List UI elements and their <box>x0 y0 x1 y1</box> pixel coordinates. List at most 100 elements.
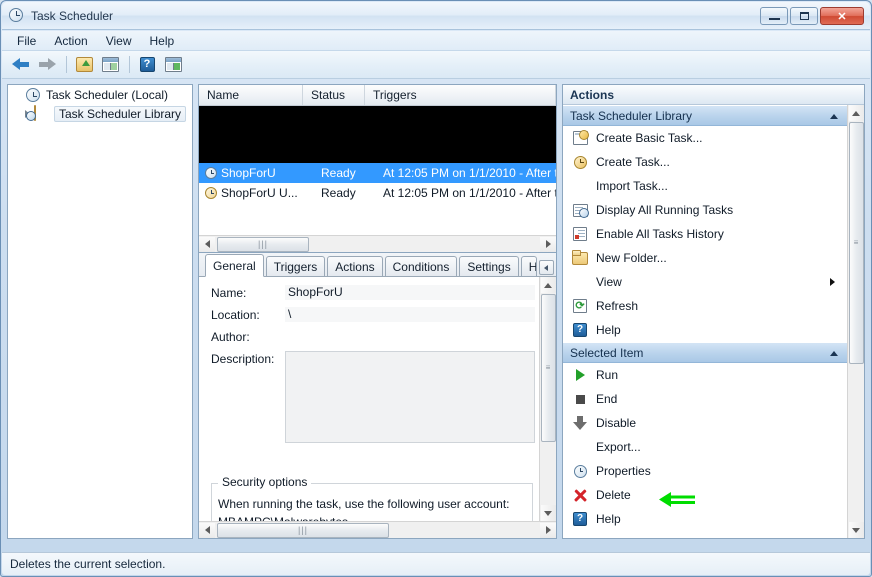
name-field[interactable]: ShopForU <box>285 285 535 300</box>
maximize-button[interactable] <box>790 7 818 25</box>
hscroll-thumb[interactable]: ||| <box>217 523 389 538</box>
tree-item-task-scheduler-library[interactable]: Task Scheduler Library <box>8 104 192 123</box>
location-field[interactable]: \ <box>285 307 535 322</box>
section-header-label: Selected Item <box>570 346 643 360</box>
chevron-up-icon[interactable] <box>830 114 838 119</box>
section-header-task-scheduler-library[interactable]: Task Scheduler Library <box>563 105 847 126</box>
field-author-row: Author: <box>211 329 539 344</box>
detail-vscrollbar[interactable]: ≡ <box>539 277 556 521</box>
help-button[interactable]: ? <box>135 54 159 76</box>
tree-item-task-scheduler-local[interactable]: Task Scheduler (Local) <box>8 85 192 104</box>
scroll-left-button[interactable] <box>199 523 215 538</box>
tab-conditions[interactable]: Conditions <box>385 256 458 276</box>
tab-settings[interactable]: Settings <box>459 256 518 276</box>
forward-button[interactable] <box>35 54 59 76</box>
vscroll-thumb[interactable]: ≡ <box>849 122 864 364</box>
action-run[interactable]: Run <box>563 363 847 387</box>
action-enable-all-tasks-history[interactable]: Enable All Tasks History <box>563 222 847 246</box>
disable-icon <box>570 416 590 430</box>
field-name-row: Name: ShopForU <box>211 285 539 300</box>
close-button[interactable]: ✕ <box>820 7 864 25</box>
action-disable[interactable]: Disable <box>563 411 847 435</box>
action-export[interactable]: Export... <box>563 435 847 459</box>
table-row[interactable]: ShopForU Ready At 12:05 PM on 1/1/2010 -… <box>199 163 556 183</box>
properties-clock-icon <box>570 465 590 478</box>
action-create-task[interactable]: Create Task... <box>563 150 847 174</box>
actions-pane: Actions Task Scheduler Library Create Ba… <box>562 84 865 539</box>
action-view[interactable]: View <box>563 270 847 294</box>
green-annotation-arrow <box>659 491 697 508</box>
scroll-right-button[interactable] <box>540 237 556 252</box>
center-pane: Name Status Triggers ShopForU Ready At 1… <box>198 84 557 539</box>
tab-scroll-left-button[interactable] <box>539 260 554 275</box>
security-account-prompt: When running the task, use the following… <box>218 497 510 511</box>
status-text: Deletes the current selection. <box>10 557 165 571</box>
vscroll-thumb[interactable]: ≡ <box>541 294 556 442</box>
action-create-basic-task[interactable]: Create Basic Task... <box>563 126 847 150</box>
scroll-left-button[interactable] <box>199 237 215 252</box>
folder-up-icon <box>76 57 93 72</box>
column-header-status[interactable]: Status <box>303 85 365 105</box>
grip-icon: ≡ <box>854 239 859 248</box>
scroll-down-button[interactable] <box>541 505 556 521</box>
toolbar-separator <box>66 56 67 73</box>
scroll-up-button[interactable] <box>541 277 556 293</box>
menu-view[interactable]: View <box>97 32 141 50</box>
detail-hscrollbar[interactable]: ||| <box>199 521 556 538</box>
scroll-up-button[interactable] <box>849 105 864 121</box>
task-name: ShopForU U... <box>221 186 321 200</box>
description-field[interactable] <box>285 351 535 443</box>
action-new-folder[interactable]: New Folder... <box>563 246 847 270</box>
actions-pane-body: Task Scheduler Library Create Basic Task… <box>563 105 864 538</box>
tab-general[interactable]: General <box>205 254 264 277</box>
section-header-label: Task Scheduler Library <box>570 109 692 123</box>
action-import-task[interactable]: Import Task... <box>563 174 847 198</box>
field-label: Description: <box>211 351 285 366</box>
help-icon: ? <box>570 323 590 337</box>
author-field[interactable] <box>285 329 535 344</box>
scroll-down-button[interactable] <box>849 522 864 538</box>
menu-bar: File Action View Help <box>2 31 870 51</box>
clock-icon <box>203 167 219 179</box>
actions-pane-title: Actions <box>563 85 864 105</box>
tab-triggers[interactable]: Triggers <box>266 256 326 276</box>
menu-file[interactable]: File <box>8 32 45 50</box>
up-one-level-button[interactable] <box>72 54 96 76</box>
field-label: Author: <box>211 329 285 344</box>
actions-list: Task Scheduler Library Create Basic Task… <box>563 105 847 538</box>
console-tree-pane[interactable]: Task Scheduler (Local) Task Scheduler Li… <box>7 84 193 539</box>
action-end[interactable]: End <box>563 387 847 411</box>
minimize-button[interactable] <box>760 7 788 25</box>
tab-scroll-right-button[interactable] <box>556 260 557 275</box>
show-action-pane-button[interactable] <box>161 54 185 76</box>
action-refresh[interactable]: ⟳ Refresh <box>563 294 847 318</box>
actions-vscrollbar[interactable]: ≡ <box>847 105 864 538</box>
task-list-hscrollbar[interactable]: ||| <box>199 235 556 252</box>
show-hide-tree-button[interactable] <box>98 54 122 76</box>
column-header-name[interactable]: Name <box>199 85 303 105</box>
table-row[interactable]: ShopForU U... Ready At 12:05 PM on 1/1/2… <box>199 183 556 203</box>
back-button[interactable] <box>9 54 33 76</box>
tab-actions[interactable]: Actions <box>327 256 382 276</box>
grip-icon: ||| <box>298 526 308 535</box>
tab-history[interactable]: Histor <box>521 256 537 276</box>
action-label: New Folder... <box>596 251 667 265</box>
hscroll-thumb[interactable]: ||| <box>217 237 309 252</box>
action-help-selected[interactable]: ? Help <box>563 507 847 531</box>
scroll-right-button[interactable] <box>540 523 556 538</box>
action-display-all-running-tasks[interactable]: Display All Running Tasks <box>563 198 847 222</box>
display-running-tasks-icon <box>570 204 590 217</box>
chevron-up-icon[interactable] <box>830 351 838 356</box>
column-header-triggers[interactable]: Triggers <box>365 85 556 105</box>
section-header-selected-item[interactable]: Selected Item <box>563 342 847 363</box>
end-icon <box>570 395 590 404</box>
action-delete[interactable]: Delete <box>563 483 847 507</box>
action-properties[interactable]: Properties <box>563 459 847 483</box>
show-hide-console-tree-icon <box>102 57 119 72</box>
window-controls: ✕ <box>760 7 864 25</box>
menu-help[interactable]: Help <box>141 32 184 50</box>
window-title: Task Scheduler <box>31 9 113 23</box>
menu-action[interactable]: Action <box>45 32 96 50</box>
action-help-library[interactable]: ? Help <box>563 318 847 342</box>
task-list-view[interactable]: Name Status Triggers ShopForU Ready At 1… <box>199 85 556 253</box>
